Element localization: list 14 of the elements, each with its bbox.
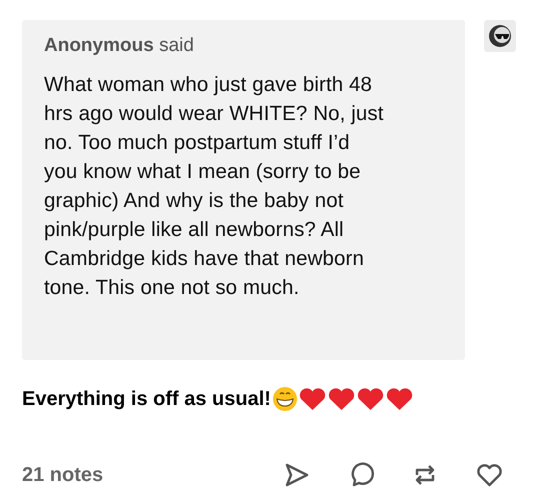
- heart-icon: [326, 386, 356, 412]
- question-text: What woman who just gave birth 48 hrs ago would wear WHITE? No, just no. Too much postpartum stuff I’d you know what I mean (sorry to be graphic) And why is the baby not pink/purple like all newborns? All Cambridge kids have that newborn tone. This one not so much.: [44, 72, 384, 301]
- heart-icon: [384, 386, 414, 412]
- asker-name: Anonymous: [44, 35, 154, 56]
- heart-icon: [356, 386, 385, 412]
- sunglasses-face-icon: [488, 24, 512, 48]
- answer-text: Everything is off as usual!: [22, 387, 271, 412]
- send-icon[interactable]: [284, 462, 310, 488]
- said-label: said: [159, 35, 194, 56]
- avatar[interactable]: [484, 20, 516, 52]
- notes-count[interactable]: 21 notes: [22, 460, 104, 490]
- grinning-face-icon: [272, 386, 298, 412]
- like-icon[interactable]: [476, 462, 503, 488]
- heart-icon: [298, 386, 327, 412]
